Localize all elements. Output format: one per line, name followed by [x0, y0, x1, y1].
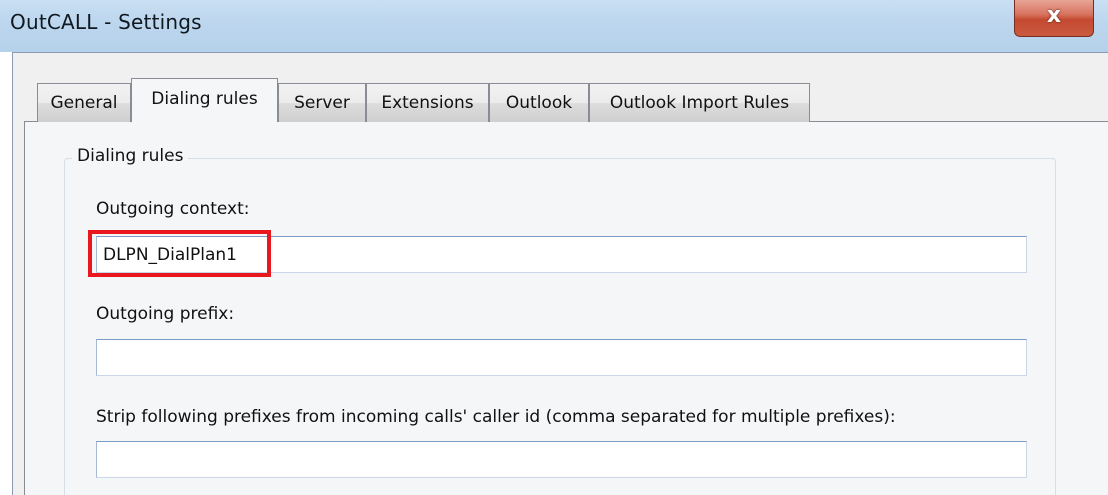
dialing-rules-group-title: Dialing rules [72, 146, 189, 166]
tab-dialing-rules[interactable]: Dialing rules [131, 78, 278, 122]
close-icon: x [1046, 3, 1062, 28]
tab-extensions[interactable]: Extensions [366, 83, 489, 122]
strip-prefixes-label: Strip following prefixes from incoming c… [96, 407, 896, 427]
settings-window: OutCALL - Settings x General Dialing rul… [0, 0, 1108, 495]
title-bar[interactable]: OutCALL - Settings x [0, 0, 1108, 52]
close-button[interactable]: x [1014, 0, 1094, 37]
outgoing-context-input[interactable] [96, 236, 1027, 273]
tab-general[interactable]: General [37, 83, 131, 122]
tab-outlook-import-rules[interactable]: Outlook Import Rules [589, 83, 810, 122]
tab-server[interactable]: Server [278, 83, 366, 122]
strip-prefixes-input[interactable] [96, 441, 1027, 478]
outgoing-prefix-label: Outgoing prefix: [96, 304, 235, 324]
tab-outlook[interactable]: Outlook [489, 83, 589, 122]
outgoing-prefix-input[interactable] [96, 339, 1027, 376]
window-title: OutCALL - Settings [10, 10, 202, 34]
outgoing-context-label: Outgoing context: [96, 199, 250, 219]
